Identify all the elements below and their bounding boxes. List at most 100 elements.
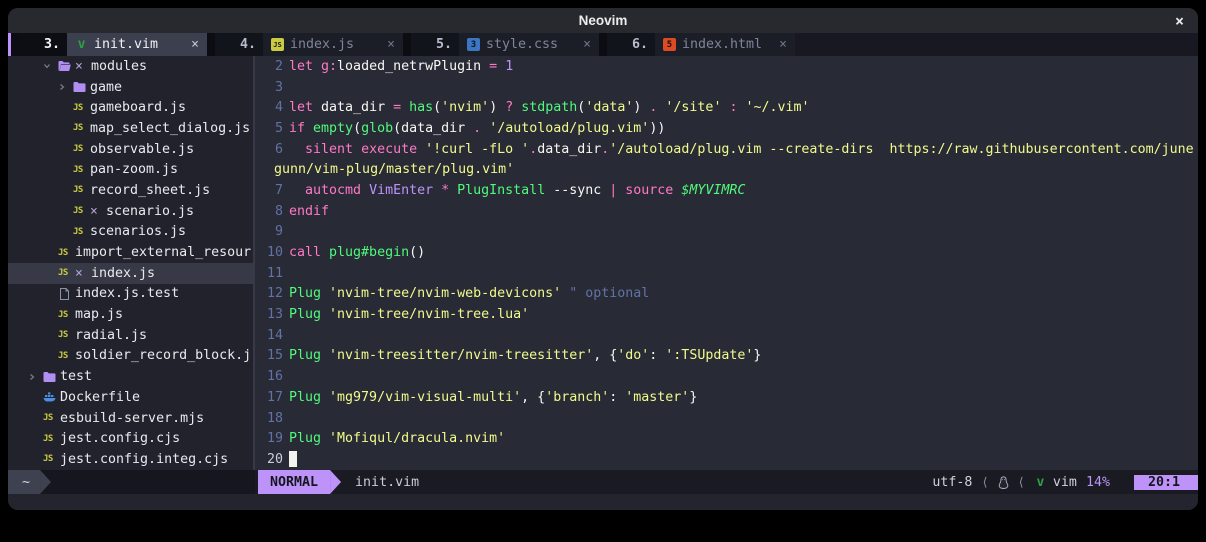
window-close-icon[interactable]: × (1175, 8, 1184, 33)
tab-close-icon[interactable]: × (387, 37, 395, 52)
editor-line-2[interactable]: 2let g:loaded_netrwPlugin = 1 (255, 56, 1198, 77)
tab-init.vim[interactable]: 3.vinit.vim× (19, 33, 207, 56)
powerline-arrow-icon (40, 470, 51, 494)
tree-item-jest.config.cjs[interactable]: JSjest.config.cjs (8, 428, 253, 449)
text-cursor (289, 451, 297, 467)
filetype-label: vim (1053, 475, 1077, 490)
editor-line-15[interactable]: 15Plug 'nvim-treesitter/nvim-treesitter'… (255, 346, 1198, 367)
command-line[interactable] (8, 494, 1198, 510)
tab-style.css[interactable]: 5.3style.css× (411, 33, 599, 56)
mode-indicator: NORMAL (258, 470, 330, 494)
editor-line-12[interactable]: 12Plug 'nvim-tree/nvim-web-devicons' " o… (255, 284, 1198, 305)
folder-open-icon (58, 60, 75, 72)
tree-item-label: test (60, 369, 92, 384)
tree-item-index.js[interactable]: JS×index.js (8, 263, 253, 284)
chevron-right-icon[interactable] (58, 83, 73, 91)
tab-number: 3. (19, 33, 67, 56)
tree-item-scenarios.js[interactable]: JSscenarios.js (8, 222, 253, 243)
chevron-right-icon[interactable] (28, 373, 43, 381)
editor-line-16[interactable]: 16 (255, 366, 1198, 387)
main-area: ×modulesgameJSgameboard.jsJSmap_select_d… (8, 56, 1198, 470)
code-text: silent execute '!curl -fLo '.data_dir.'/… (289, 142, 1194, 157)
tree-item-modules[interactable]: ×modules (8, 56, 253, 77)
code-text (289, 451, 297, 467)
file-icon (58, 288, 75, 300)
git-modified-icon: × (75, 266, 91, 281)
tree-item-label: map.js (75, 307, 123, 322)
tab-index.js[interactable]: 4.JSindex.js× (215, 33, 403, 56)
chevron-left-icon: ⟨ (1018, 475, 1025, 489)
editor-line-20[interactable]: 20 (255, 449, 1198, 470)
editor-line-5[interactable]: 5if empty(glob(data_dir . '/autoload/plu… (255, 118, 1198, 139)
title-bar: Neovim × (8, 8, 1198, 33)
editor-line-6[interactable]: 6 silent execute '!curl -fLo '.data_dir.… (255, 139, 1198, 160)
tree-item-scenario.js[interactable]: JS×scenario.js (8, 201, 253, 222)
tree-item-gameboard.js[interactable]: JSgameboard.js (8, 97, 253, 118)
tree-item-record_sheet.js[interactable]: JSrecord_sheet.js (8, 180, 253, 201)
js-icon: JS (58, 330, 75, 340)
code-text: autocmd VimEnter * PlugInstall --sync | … (289, 183, 745, 198)
line-number: 9 (255, 224, 283, 239)
editor-line-19[interactable]: 19Plug 'Mofiqul/dracula.nvim' (255, 428, 1198, 449)
tab-close-icon[interactable]: × (191, 37, 199, 52)
filetype-group: v vim (1034, 475, 1077, 490)
editor-line-7[interactable]: 7 autocmd VimEnter * PlugInstall --sync … (255, 180, 1198, 201)
editor-line-14[interactable]: 14 (255, 325, 1198, 346)
folder-icon (73, 81, 90, 93)
tab-body[interactable]: vinit.vim× (67, 33, 207, 56)
tree-item-map.js[interactable]: JSmap.js (8, 304, 253, 325)
status-bar: ~ NORMAL init.vim utf-8 ⟨ ⟨ v vim 14% 20… (8, 470, 1198, 494)
editor-line-4[interactable]: 4let data_dir = has('nvim') ? stdpath('d… (255, 97, 1198, 118)
editor-line-8[interactable]: 8endif (255, 201, 1198, 222)
tree-item-label: scenarios.js (90, 224, 186, 239)
js-icon: JS (73, 144, 90, 154)
tab-index.html[interactable]: 6.5index.html× (607, 33, 795, 56)
editor-wrapped-line[interactable]: gunn/vim-plug/master/plug.vim' (255, 159, 1198, 180)
tree-item-label: jest.config.cjs (60, 431, 180, 446)
tree-item-pan-zoom.js[interactable]: JSpan-zoom.js (8, 159, 253, 180)
editor-line-17[interactable]: 17Plug 'mg979/vim-visual-multi', {'branc… (255, 387, 1198, 408)
tree-item-index.js.test[interactable]: index.js.test (8, 284, 253, 305)
js-icon: JS (43, 434, 60, 444)
tree-item-Dockerfile[interactable]: Dockerfile (8, 387, 253, 408)
js-icon: JS (43, 454, 60, 464)
tree-item-game[interactable]: game (8, 77, 253, 98)
tree-item-import_external_resour[interactable]: JSimport_external_resour (8, 242, 253, 263)
chevron-down-icon[interactable] (43, 62, 58, 70)
code-text: let data_dir = has('nvim') ? stdpath('da… (289, 100, 810, 115)
editor-line-3[interactable]: 3 (255, 77, 1198, 98)
fileformat-linux-icon (998, 476, 1009, 489)
editor-line-9[interactable]: 9 (255, 222, 1198, 243)
js-icon: JS (58, 248, 75, 258)
tab-body[interactable]: JSindex.js× (263, 33, 403, 56)
tree-item-label: record_sheet.js (90, 183, 210, 198)
js-icon: JS (43, 413, 60, 423)
tab-close-icon[interactable]: × (583, 37, 591, 52)
editor-line-10[interactable]: 10call plug#begin() (255, 242, 1198, 263)
tab-body[interactable]: 3style.css× (459, 33, 599, 56)
tree-item-esbuild-server.mjs[interactable]: JSesbuild-server.mjs (8, 408, 253, 429)
tab-close-icon[interactable]: × (779, 37, 787, 52)
git-modified-icon: × (75, 59, 91, 74)
tab-body[interactable]: 5index.html× (655, 33, 795, 56)
tree-item-radial.js[interactable]: JSradial.js (8, 325, 253, 346)
tab-label: index.js (290, 37, 354, 52)
code-text: call plug#begin() (289, 245, 425, 260)
tabbar-fill (795, 33, 1198, 56)
tree-item-observable.js[interactable]: JSobservable.js (8, 139, 253, 160)
tree-item-jest.config.integ.cjs[interactable]: JSjest.config.integ.cjs (8, 449, 253, 470)
editor-panel[interactable]: 2let g:loaded_netrwPlugin = 134let data_… (255, 56, 1198, 470)
tree-item-map_select_dialog.js[interactable]: JSmap_select_dialog.js (8, 118, 253, 139)
powerline-arrow-icon (330, 470, 341, 494)
tree-item-label: observable.js (90, 142, 194, 157)
editor-line-11[interactable]: 11 (255, 263, 1198, 284)
editor-line-13[interactable]: 13Plug 'nvim-tree/nvim-tree.lua' (255, 304, 1198, 325)
statusbar-filename: init.vim (355, 470, 419, 494)
tree-item-test[interactable]: test (8, 366, 253, 387)
code-text: let g:loaded_netrwPlugin = 1 (289, 59, 513, 74)
editor-line-18[interactable]: 18 (255, 408, 1198, 429)
tree-item-soldier_record_block.j[interactable]: JSsoldier_record_block.j (8, 346, 253, 367)
vim-file-icon: v (75, 38, 88, 51)
js-icon: JS (73, 227, 90, 237)
file-tree-panel: ×modulesgameJSgameboard.jsJSmap_select_d… (8, 56, 253, 470)
